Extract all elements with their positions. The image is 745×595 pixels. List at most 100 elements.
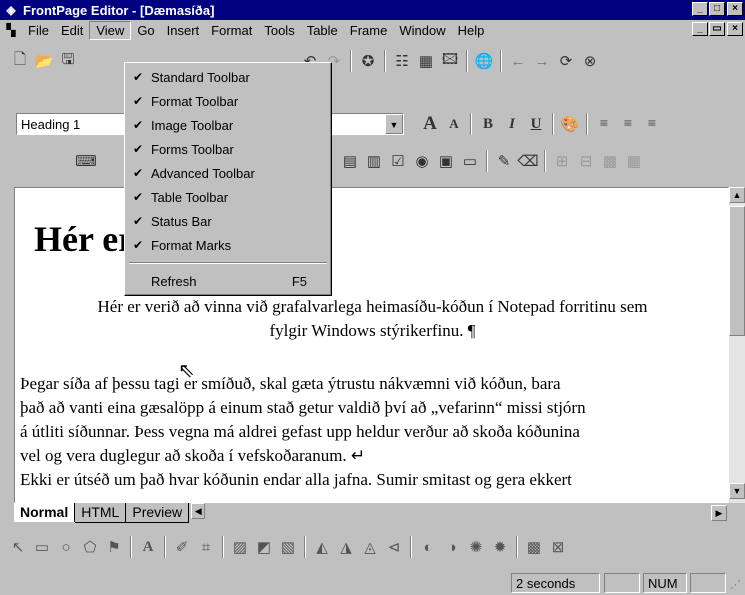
- style-select[interactable]: Heading 1: [16, 113, 128, 135]
- highlight-hotspots-icon[interactable]: ⚑: [102, 535, 126, 559]
- doc-restore-button[interactable]: ▭: [709, 22, 725, 36]
- menu-tools[interactable]: Tools: [258, 22, 300, 39]
- insert-image-icon[interactable]: 🖾: [438, 49, 462, 73]
- polygon-icon[interactable]: ⬠: [78, 535, 102, 559]
- new-page-icon[interactable]: 🗋: [8, 49, 32, 73]
- menu-format[interactable]: Format: [205, 22, 258, 39]
- washout-icon[interactable]: ▨: [228, 535, 252, 559]
- align-center-icon[interactable]: ≡: [616, 112, 640, 136]
- editor-canvas[interactable]: Hér er dæmasíða¶ Hér er verið að vinna v…: [14, 187, 729, 503]
- menu-file[interactable]: File: [22, 22, 55, 39]
- pencil-icon[interactable]: ✎: [492, 149, 516, 173]
- make-transparent-icon[interactable]: ✐: [170, 535, 194, 559]
- insert-row-icon[interactable]: ⊞: [550, 149, 574, 173]
- menu-item-table-toolbar[interactable]: ✔ Table Toolbar: [125, 185, 331, 209]
- refresh-icon[interactable]: ⟳: [554, 49, 578, 73]
- radio-button-icon[interactable]: ◉: [410, 149, 434, 173]
- scroll-up-icon[interactable]: ▲: [729, 187, 745, 203]
- webbot-icon[interactable]: ✪: [356, 49, 380, 73]
- close-button[interactable]: ×: [727, 2, 743, 16]
- merge-cells-icon[interactable]: ▩: [598, 149, 622, 173]
- tab-normal[interactable]: Normal: [14, 503, 76, 522]
- scroll-thumb[interactable]: [729, 206, 745, 336]
- less-brightness-icon[interactable]: ✹: [488, 535, 512, 559]
- eraser-icon[interactable]: ⌫: [516, 149, 540, 173]
- hierarchy-icon[interactable]: ☷: [390, 49, 414, 73]
- back-arrow-icon[interactable]: ←: [506, 49, 530, 73]
- shrink-font-button[interactable]: A: [442, 112, 466, 136]
- text-tool-icon[interactable]: A: [136, 535, 160, 559]
- frontpage-app-icon[interactable]: ◈: [3, 2, 19, 18]
- menu-insert[interactable]: Insert: [161, 22, 206, 39]
- dropdown-menu-icon[interactable]: ▣: [434, 149, 458, 173]
- push-button-icon[interactable]: ▭: [458, 149, 482, 173]
- menu-item-status-bar[interactable]: ✔ Status Bar: [125, 209, 331, 233]
- select-pointer-icon[interactable]: ↖: [6, 535, 30, 559]
- save-icon[interactable]: 🖫: [56, 49, 80, 73]
- menu-item-image-toolbar[interactable]: ✔ Image Toolbar: [125, 113, 331, 137]
- menu-table[interactable]: Table: [301, 22, 344, 39]
- split-cells-icon[interactable]: ▦: [622, 149, 646, 173]
- document-icon[interactable]: ▚: [0, 23, 22, 37]
- check-icon: ✔: [132, 214, 144, 228]
- more-brightness-icon[interactable]: ✺: [464, 535, 488, 559]
- restore-image-icon[interactable]: ▧: [276, 535, 300, 559]
- tab-preview[interactable]: Preview: [126, 503, 190, 523]
- vertical-scrollbar[interactable]: ▲ ▼: [729, 187, 745, 503]
- bold-button[interactable]: B: [476, 112, 500, 136]
- doc-minimize-button[interactable]: _: [692, 22, 708, 36]
- scrolling-text-icon[interactable]: ▥: [362, 149, 386, 173]
- menu-go[interactable]: Go: [131, 22, 160, 39]
- form-field-icon[interactable]: ⌨: [74, 149, 98, 173]
- menu-item-format-toolbar[interactable]: ✔ Format Toolbar: [125, 89, 331, 113]
- flip-vertical-icon[interactable]: ⊲: [382, 535, 406, 559]
- menu-item-format-marks[interactable]: ✔ Format Marks: [125, 233, 331, 257]
- resample-icon[interactable]: ⊠: [546, 535, 570, 559]
- view-tabs: Normal HTML Preview ◀ ▶: [14, 503, 729, 525]
- open-folder-icon[interactable]: 📂: [32, 49, 56, 73]
- bevel-icon[interactable]: ▩: [522, 535, 546, 559]
- resize-grip-icon[interactable]: ⋰: [730, 578, 741, 591]
- menu-view[interactable]: View: [89, 20, 132, 40]
- checkbox-icon[interactable]: ☑: [386, 149, 410, 173]
- doc-close-button[interactable]: ×: [727, 22, 743, 36]
- tab-html[interactable]: HTML: [75, 503, 127, 523]
- insert-cell-icon[interactable]: ⊟: [574, 149, 598, 173]
- menu-item-advanced-toolbar[interactable]: ✔ Advanced Toolbar: [125, 161, 331, 185]
- font-select[interactable]: ▼: [330, 113, 404, 135]
- more-contrast-icon[interactable]: ◐: [416, 535, 440, 559]
- stop-icon[interactable]: ⊗: [578, 49, 602, 73]
- menu-edit[interactable]: Edit: [55, 22, 89, 39]
- less-contrast-icon[interactable]: ◑: [440, 535, 464, 559]
- flip-horizontal-icon[interactable]: ◬: [358, 535, 382, 559]
- scroll-right-icon[interactable]: ▶: [711, 505, 727, 521]
- rectangle-icon[interactable]: ▭: [30, 535, 54, 559]
- text-color-icon[interactable]: 🎨: [558, 112, 582, 136]
- insert-table-icon[interactable]: ▦: [414, 49, 438, 73]
- text-box-icon[interactable]: ▤: [338, 149, 362, 173]
- align-left-icon[interactable]: ≡: [592, 112, 616, 136]
- scroll-left-icon[interactable]: ◀: [191, 503, 206, 519]
- toolbar-separator: [470, 113, 472, 135]
- scroll-down-icon[interactable]: ▼: [729, 483, 745, 499]
- black-white-icon[interactable]: ◩: [252, 535, 276, 559]
- align-right-icon[interactable]: ≡: [640, 112, 664, 136]
- forward-arrow-icon[interactable]: →: [530, 49, 554, 73]
- grow-font-button[interactable]: A: [418, 112, 442, 136]
- circle-icon[interactable]: ○: [54, 535, 78, 559]
- maximize-button[interactable]: □: [709, 2, 725, 16]
- underline-button[interactable]: U: [524, 112, 548, 136]
- rotate-left-icon[interactable]: ◭: [310, 535, 334, 559]
- hyperlink-icon[interactable]: 🌐: [472, 49, 496, 73]
- minimize-button[interactable]: _: [692, 2, 708, 16]
- italic-button[interactable]: I: [500, 112, 524, 136]
- menu-item-refresh[interactable]: Refresh F5: [125, 269, 331, 293]
- crop-icon[interactable]: ⌗: [194, 535, 218, 559]
- menu-help[interactable]: Help: [452, 22, 491, 39]
- menu-frame[interactable]: Frame: [344, 22, 394, 39]
- rotate-right-icon[interactable]: ◮: [334, 535, 358, 559]
- chevron-down-icon[interactable]: ▼: [385, 114, 403, 134]
- menu-item-forms-toolbar[interactable]: ✔ Forms Toolbar: [125, 137, 331, 161]
- menu-item-standard-toolbar[interactable]: ✔ Standard Toolbar: [125, 65, 331, 89]
- menu-window[interactable]: Window: [393, 22, 451, 39]
